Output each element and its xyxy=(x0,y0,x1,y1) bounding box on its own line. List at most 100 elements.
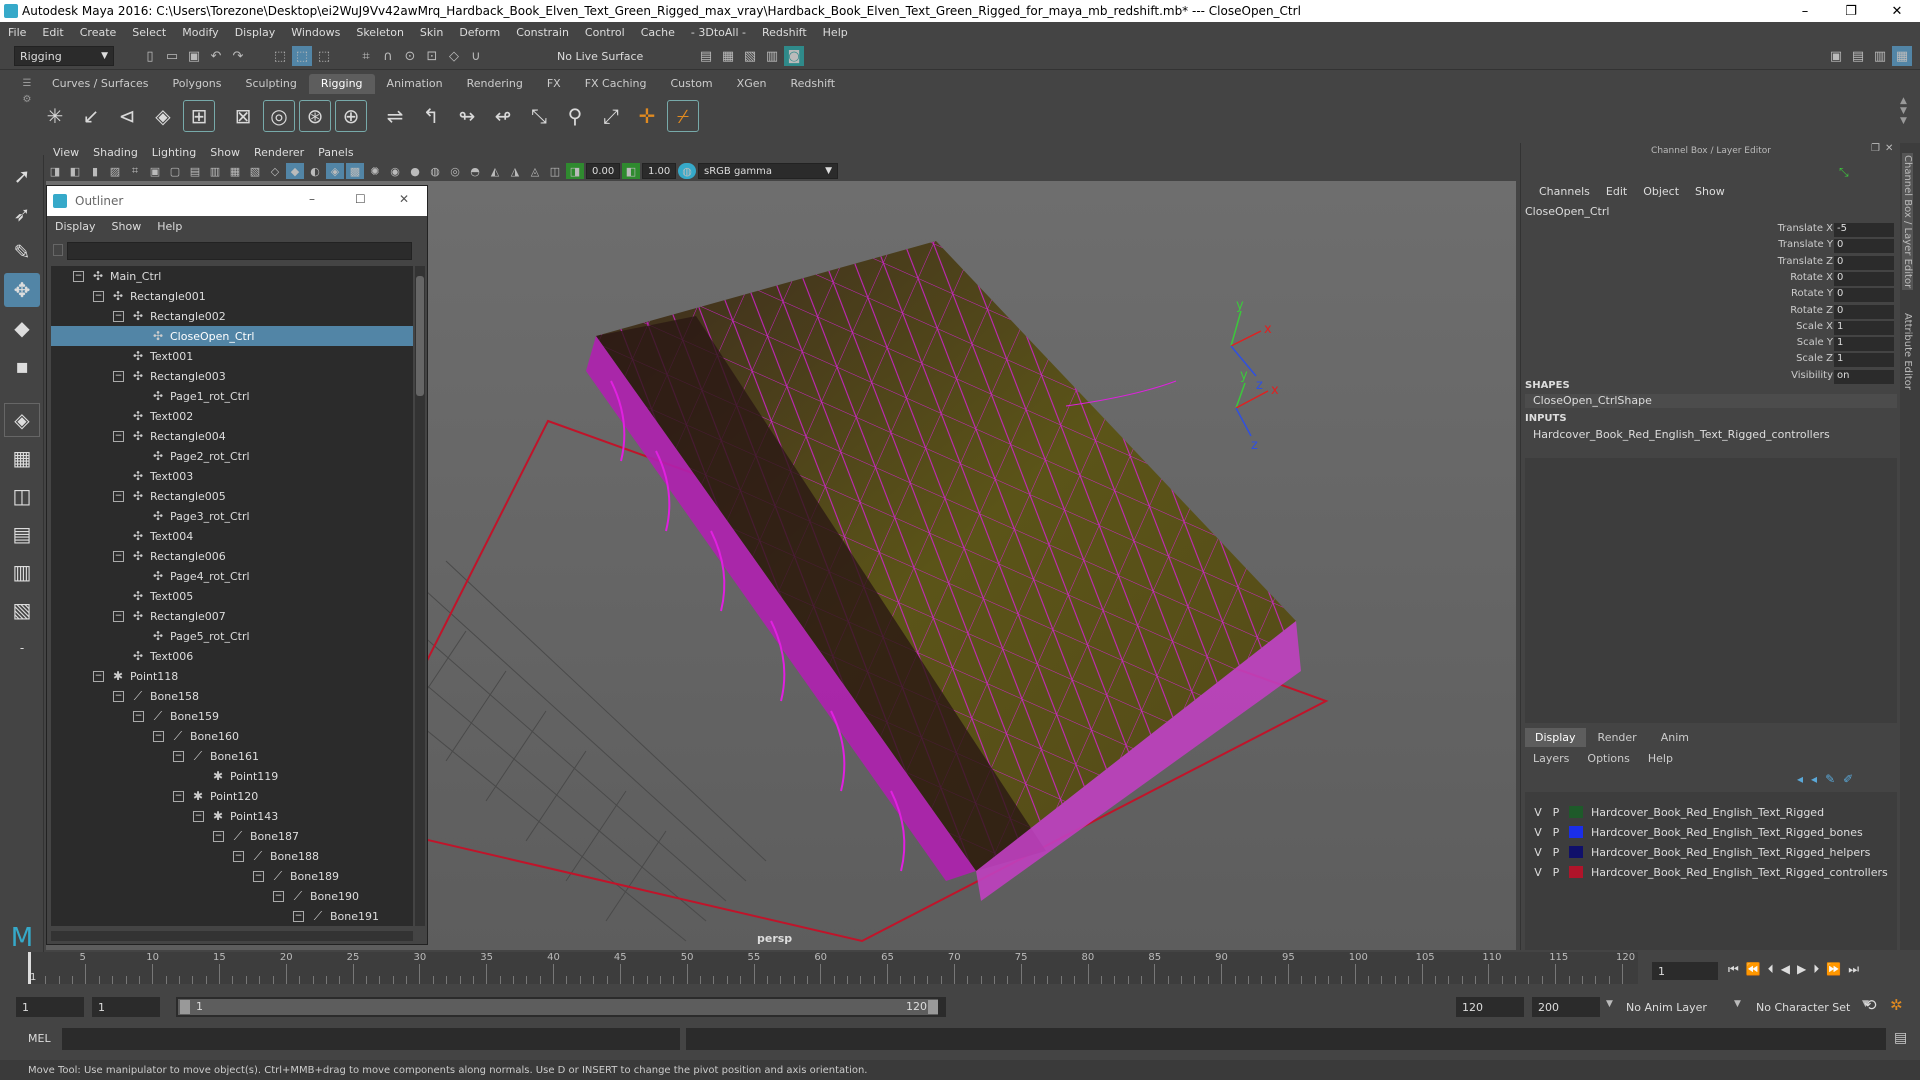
collapse-toggle[interactable]: − xyxy=(173,750,184,762)
channel-box-menu-channels[interactable]: Channels xyxy=(1531,185,1598,198)
xray-icon[interactable]: ◮ xyxy=(506,163,524,179)
channel-row[interactable]: Rotate X0 xyxy=(1521,271,1901,288)
tab-xgen[interactable]: XGen xyxy=(725,74,779,94)
outliner-scroll-thumb[interactable] xyxy=(416,276,424,396)
gate-mask-icon[interactable]: ▤ xyxy=(186,163,204,179)
channel-value-field[interactable]: 0 xyxy=(1834,255,1894,270)
graph-layout-icon[interactable]: ▥ xyxy=(4,555,40,589)
step-forward-frame-icon[interactable]: ⏵ xyxy=(1813,962,1819,977)
outliner-item[interactable]: ✣ Text006 xyxy=(51,646,413,666)
layer-tab-anim[interactable]: Anim xyxy=(1649,728,1701,747)
menu-constrain[interactable]: Constrain xyxy=(508,26,577,39)
gamma-field[interactable]: 1.00 xyxy=(642,163,676,179)
chevron-down-icon[interactable]: ▼ xyxy=(1606,999,1613,1009)
move-layer-up-icon[interactable]: ◂ xyxy=(1797,772,1803,786)
ik-spline-icon[interactable]: ◈ xyxy=(148,101,178,131)
collapse-toggle[interactable]: − xyxy=(293,910,304,922)
layer-visibility-toggle[interactable]: V xyxy=(1529,846,1547,859)
menu-modify[interactable]: Modify xyxy=(174,26,226,39)
shape-node[interactable]: CloseOpen_CtrlShape xyxy=(1525,394,1897,408)
layer-color-swatch[interactable] xyxy=(1569,806,1583,818)
outliner-menu-show[interactable]: Show xyxy=(104,220,150,233)
layer-visibility-toggle[interactable]: V xyxy=(1529,866,1547,879)
lattice-icon[interactable]: ◎ xyxy=(263,100,295,132)
viewport-menu-lighting[interactable]: Lighting xyxy=(145,146,203,159)
screen-space-ao-icon[interactable]: ● xyxy=(406,163,424,179)
render-frame-icon[interactable]: ▦ xyxy=(718,46,738,66)
rotate-tool-icon[interactable]: ◆ xyxy=(4,311,40,345)
outliner-item[interactable]: − ⟋ Bone158 xyxy=(51,686,413,706)
collapse-toggle[interactable]: − xyxy=(193,810,204,822)
collapse-toggle[interactable]: − xyxy=(113,370,124,382)
outliner-item[interactable]: − ✣ Rectangle003 xyxy=(51,366,413,386)
wireframe-icon[interactable]: ◇ xyxy=(266,163,284,179)
image-plane-icon[interactable]: ▨ xyxy=(106,163,124,179)
step-back-frame-icon[interactable]: ⏴ xyxy=(1768,962,1774,977)
xray-components-icon[interactable]: ◫ xyxy=(546,163,564,179)
outliner-item[interactable]: − ✣ Rectangle002 xyxy=(51,306,413,326)
outliner-item[interactable]: ✣ Page1_rot_Ctrl xyxy=(51,386,413,406)
menu-control[interactable]: Control xyxy=(577,26,633,39)
collapse-toggle[interactable]: − xyxy=(253,870,264,882)
channel-row[interactable]: Translate X -5 xyxy=(1521,223,1901,239)
channel-box-toggle-icon[interactable]: ▦ xyxy=(1892,46,1912,66)
chevron-down-icon[interactable]: ▼ xyxy=(1734,999,1741,1009)
outliner-item[interactable]: − ✣ Rectangle001 xyxy=(51,286,413,306)
viewport-menu-shading[interactable]: Shading xyxy=(86,146,145,159)
auto-key-icon[interactable]: ⟲ xyxy=(1864,996,1877,1014)
parent-constraint-icon[interactable]: ↰ xyxy=(416,101,446,131)
outliner-item[interactable]: − ⟋ Bone189 xyxy=(51,866,413,886)
select-object-icon[interactable]: ⬚ xyxy=(292,46,312,66)
channel-row[interactable]: Translate Z0 xyxy=(1521,255,1901,272)
channel-value-field[interactable]: 0 xyxy=(1834,239,1894,254)
collapse-toggle[interactable]: − xyxy=(73,270,84,282)
range-end-handle[interactable] xyxy=(928,1000,938,1014)
select-hierarchy-icon[interactable]: ⬚ xyxy=(270,46,290,66)
tab-redshift[interactable]: Redshift xyxy=(778,74,847,94)
tool-settings-toggle-icon[interactable]: ▥ xyxy=(1870,46,1890,66)
camera-attributes-icon[interactable]: ◧ xyxy=(66,163,84,179)
pole-vector-icon[interactable]: ⤢ xyxy=(596,101,626,131)
close-button[interactable]: ✕ xyxy=(1874,0,1920,22)
outliner-item[interactable]: ✣ Text001 xyxy=(51,346,413,366)
command-input[interactable] xyxy=(62,1028,680,1050)
ik-handle-icon[interactable]: ⊲ xyxy=(112,101,142,131)
outliner-item[interactable]: − ✣ Rectangle006 xyxy=(51,546,413,566)
undo-icon[interactable]: ↶ xyxy=(206,46,226,66)
gamma-icon[interactable]: ◧ xyxy=(622,163,640,179)
animation-start-field[interactable]: 1 xyxy=(16,997,84,1017)
collapse-toggle[interactable]: − xyxy=(273,890,284,902)
anim-layer-dropdown[interactable]: No Anim Layer xyxy=(1620,997,1740,1017)
ipr-render-icon[interactable]: ▧ xyxy=(740,46,760,66)
menu-cache[interactable]: Cache xyxy=(633,26,683,39)
step-forward-key-icon[interactable]: ⏩ xyxy=(1826,962,1841,977)
colorspace-dropdown[interactable]: sRGB gamma ▼ xyxy=(698,163,838,179)
snap-surface-icon[interactable]: ◇ xyxy=(444,46,464,66)
outliner-item[interactable]: − ✣ Main_Ctrl xyxy=(51,266,413,286)
collapse-toggle[interactable]: − xyxy=(93,670,104,682)
outliner-item[interactable]: − ⟋ Bone190 xyxy=(51,886,413,906)
channel-row[interactable]: Scale Z1 xyxy=(1521,353,1901,369)
live-surface-field[interactable]: No Live Surface xyxy=(552,46,660,66)
toolbox-collapse-icon[interactable]: - xyxy=(4,631,40,665)
outliner-item[interactable]: − ⟋ Bone188 xyxy=(51,846,413,866)
outliner-minimize-button[interactable]: – xyxy=(309,192,315,206)
input-node[interactable]: Hardcover_Book_Red_English_Text_Rigged_c… xyxy=(1533,428,1830,441)
outliner-item[interactable]: − ✱ Point120 xyxy=(51,786,413,806)
outliner-item[interactable]: − ✱ Point143 xyxy=(51,806,413,826)
go-to-end-icon[interactable]: ⏭ xyxy=(1848,962,1859,977)
channel-value-field[interactable]: 0 xyxy=(1834,271,1894,286)
close-panel-icon[interactable]: ✕ xyxy=(1885,143,1893,154)
channel-row[interactable]: Scale X1 xyxy=(1521,320,1901,337)
outliner-item[interactable]: ✣ Page5_rot_Ctrl xyxy=(51,626,413,646)
range-bar[interactable]: 1 120 xyxy=(176,997,946,1017)
outliner-item[interactable]: − ⟋ Bone159 xyxy=(51,706,413,726)
snap-grid-icon[interactable]: ⌗ xyxy=(356,46,376,66)
go-to-start-icon[interactable]: ⏮ xyxy=(1728,962,1739,977)
tab-fx-caching[interactable]: FX Caching xyxy=(573,74,659,94)
filter-icon[interactable] xyxy=(53,244,63,256)
step-back-key-icon[interactable]: ⏪ xyxy=(1746,962,1761,977)
shelf-scroll-arrows[interactable]: ▲ ▼ ▼ xyxy=(1900,96,1907,126)
exposure-field[interactable]: 0.00 xyxy=(586,163,620,179)
viewport-menu-show[interactable]: Show xyxy=(203,146,247,159)
